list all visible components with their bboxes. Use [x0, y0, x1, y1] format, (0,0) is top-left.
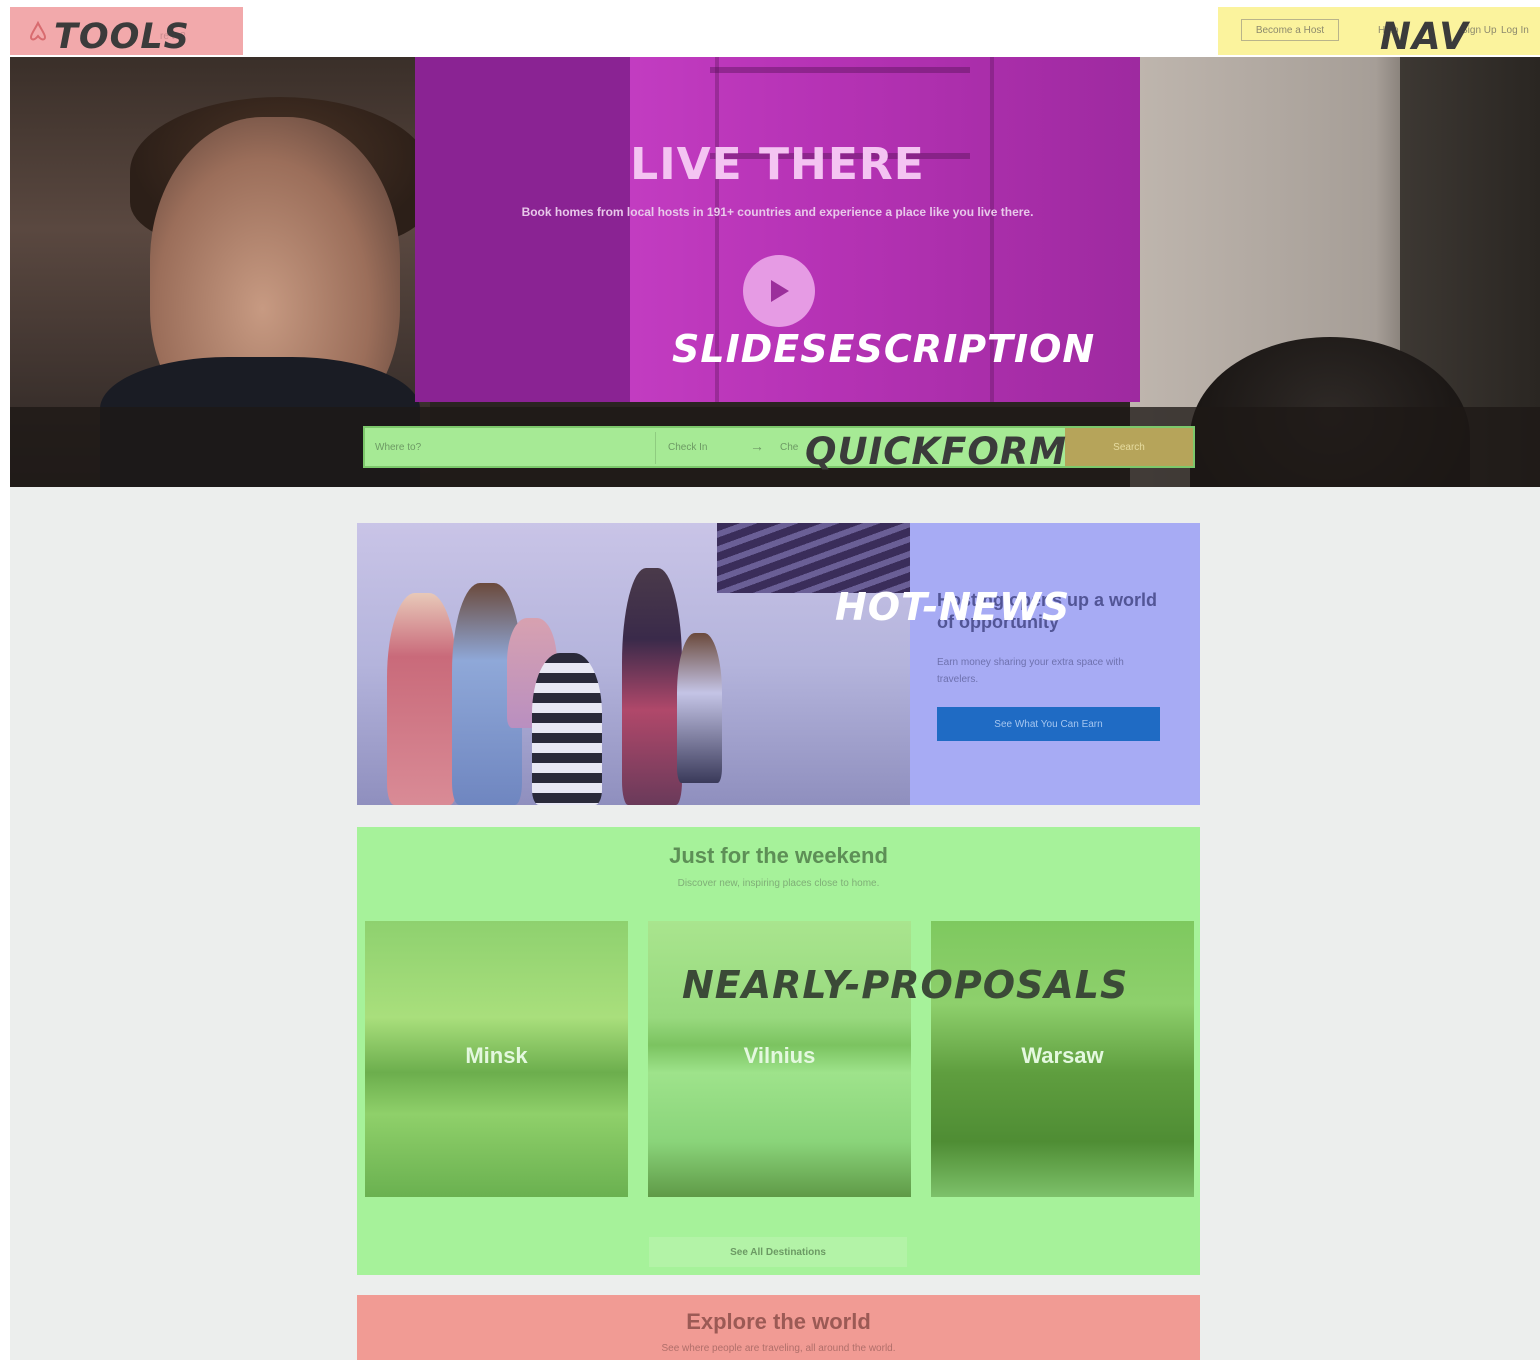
hot-news-body: Earn money sharing your extra space with…: [937, 657, 1124, 685]
explore-region: Explore the world See where people are t…: [357, 1295, 1200, 1360]
photo-person: [387, 593, 457, 805]
check-out-field[interactable]: Che: [780, 442, 798, 453]
check-in-field[interactable]: Check In: [668, 442, 707, 453]
proposals-heading: Just for the weekend: [669, 843, 888, 868]
city-label: Warsaw: [1021, 1043, 1104, 1068]
hero-title: LIVE THERE: [630, 139, 925, 190]
quickform-annotation: QUICKFORM: [805, 430, 1068, 473]
quickform: Where to? Check In → Che Search QUICKFOR…: [363, 426, 1195, 473]
destination-card-minsk[interactable]: Minsk: [365, 921, 628, 1197]
slide-description-annotation: SLIDESESCRIPTION: [672, 327, 1096, 371]
tools-region: re to? TOOLS: [10, 7, 243, 57]
hero-slide: LIVE THERE Book homes from local hosts i…: [10, 57, 1540, 487]
tools-annotation: TOOLS: [54, 17, 190, 57]
airbnb-logo-icon[interactable]: [26, 20, 50, 44]
hot-news-region: Hosting opens up a world of opportunity …: [357, 523, 1200, 805]
city-label: Minsk: [465, 1043, 528, 1068]
play-button[interactable]: [743, 255, 815, 327]
city-label: Vilnius: [743, 1043, 816, 1068]
photo-ceiling: [717, 523, 910, 593]
arrow-right-icon: →: [750, 438, 764, 454]
proposals-subheading: Discover new, inspiring places close to …: [677, 878, 880, 889]
photo-person: [532, 653, 602, 805]
hot-news-text: Hosting opens up a world of opportunity …: [910, 523, 1200, 805]
see-what-you-can-earn-button[interactable]: See What You Can Earn: [937, 707, 1160, 741]
explore-subheading: See where people are traveling, all arou…: [661, 1343, 896, 1354]
explore-heading: Explore the world: [686, 1309, 871, 1334]
photo-person: [677, 633, 722, 783]
nav-region: Become a Host Help Sign Up Log In NAV: [1218, 7, 1540, 58]
search-button[interactable]: Search: [1065, 428, 1193, 466]
log-in-link[interactable]: Log In: [1501, 25, 1529, 36]
hot-news-annotation: HOT-NEWS: [835, 585, 1071, 629]
top-bar: re to? TOOLS Become a Host Help Sign Up …: [10, 0, 1540, 58]
nearly-proposals-region: Just for the weekend Discover new, inspi…: [357, 827, 1200, 1275]
hot-news-photo: [357, 523, 910, 805]
door-shadow: [415, 57, 630, 402]
where-input[interactable]: Where to?: [375, 442, 421, 453]
become-host-button[interactable]: Become a Host: [1241, 19, 1339, 41]
hero-subtitle: Book homes from local hosts in 191+ coun…: [521, 205, 1034, 219]
nav-annotation: NAV: [1380, 15, 1469, 58]
field-divider: [655, 432, 656, 464]
play-icon: [771, 280, 789, 302]
see-all-destinations-button[interactable]: See All Destinations: [649, 1237, 907, 1267]
page: re to? TOOLS Become a Host Help Sign Up …: [10, 0, 1540, 1360]
photo-person: [622, 568, 682, 805]
nearly-proposals-annotation: NEARLY-PROPOSALS: [682, 963, 1129, 1007]
